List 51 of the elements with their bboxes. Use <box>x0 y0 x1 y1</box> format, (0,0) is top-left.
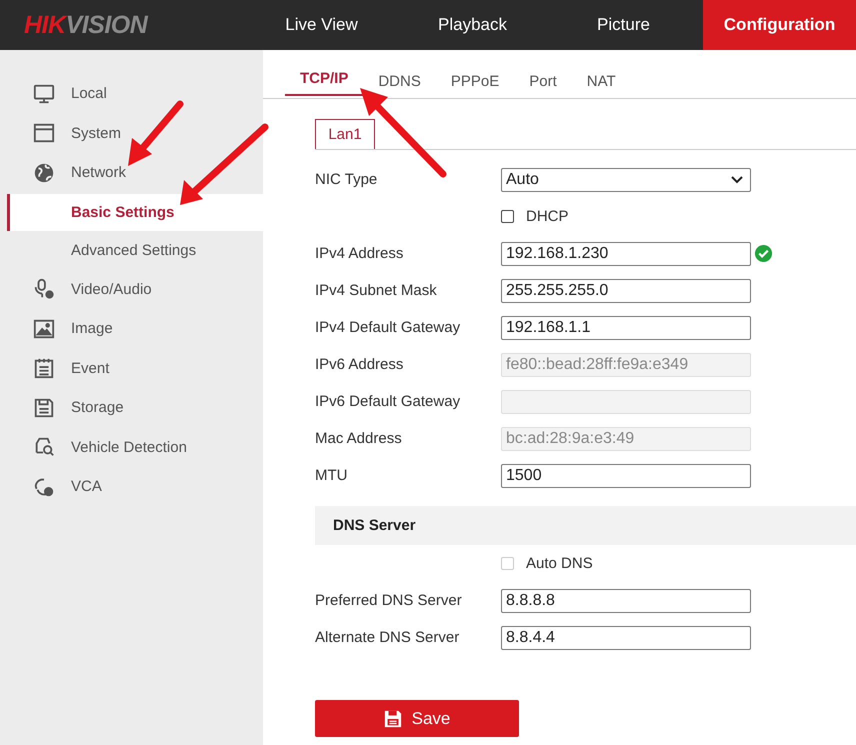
subtab[interactable]: Lan1 <box>315 119 375 149</box>
sidebar-item[interactable]: System <box>0 114 263 153</box>
sidebar-subitem[interactable]: Basic Settings <box>7 194 263 230</box>
window-icon <box>33 122 55 144</box>
sidebar-subitem[interactable]: Advanced Settings <box>0 232 263 268</box>
input-field[interactable]: 192.168.1.1 <box>501 316 751 340</box>
field-label: IPv6 Address <box>315 356 404 373</box>
checkbox-label: DHCP <box>526 208 569 225</box>
sidebar-item[interactable]: VCA <box>0 467 263 506</box>
microphone-icon <box>33 278 55 300</box>
calendar-icon <box>33 357 55 380</box>
sidebar-item[interactable]: Video/Audio <box>0 270 263 309</box>
field-label: IPv4 Address <box>315 245 404 262</box>
field-label: IPv4 Default Gateway <box>315 319 462 336</box>
nav-tab[interactable]: Configuration <box>703 0 856 50</box>
monitor-icon <box>33 82 55 105</box>
field-label: NIC Type <box>315 171 378 188</box>
car-search-icon <box>33 436 55 458</box>
sidebar-item[interactable]: Network <box>0 153 263 192</box>
sidebar-item[interactable]: Image <box>0 309 263 348</box>
input-field[interactable]: 255.255.255.0 <box>501 278 751 302</box>
tab[interactable]: PPPoE <box>440 66 510 97</box>
input-field[interactable]: 1500 <box>501 464 751 488</box>
input-field[interactable]: 8.8.4.4 <box>501 626 751 650</box>
sidebar-item[interactable]: Local <box>0 74 263 114</box>
field-label: Mac Address <box>315 430 403 447</box>
globe-icon <box>33 162 55 184</box>
checkbox-label: Auto DNS <box>526 555 593 572</box>
field-label: IPv6 Default Gateway <box>315 393 462 410</box>
section-title: DNS Server <box>333 517 416 534</box>
field-label: IPv4 Subnet Mask <box>315 282 438 299</box>
nav-tab[interactable]: Picture <box>548 0 699 50</box>
nav-tab[interactable]: Live View <box>246 0 397 50</box>
nav-tab[interactable]: Playback <box>397 0 548 50</box>
field-label: MTU <box>315 467 348 484</box>
sidebar-item[interactable]: Event <box>0 348 263 388</box>
field-label: Preferred DNS Server <box>315 592 463 609</box>
input-field[interactable]: 192.168.1.230 <box>501 242 751 266</box>
tab[interactable]: DDNS <box>368 66 431 97</box>
tab[interactable]: Port <box>519 66 567 97</box>
input-field[interactable]: 8.8.8.8 <box>501 588 751 612</box>
sidebar-item[interactable]: Storage <box>0 388 263 428</box>
checkbox[interactable] <box>501 210 514 223</box>
tab[interactable]: NAT <box>576 66 626 97</box>
dropdown[interactable]: Auto <box>501 168 751 192</box>
image-icon <box>33 318 55 340</box>
sidebar-item[interactable]: Vehicle Detection <box>0 428 263 467</box>
field-label: Alternate DNS Server <box>315 629 460 646</box>
caret-icon <box>731 176 743 184</box>
brand-logo: HIKVISION <box>23 10 150 40</box>
save-button[interactable]: Save <box>315 700 519 737</box>
